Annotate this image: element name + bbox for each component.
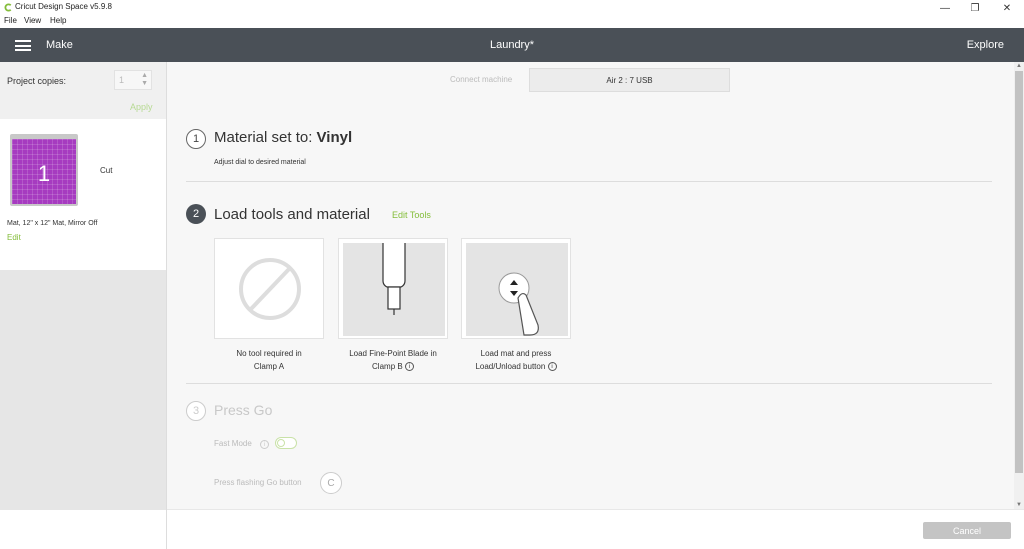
clamp-b-caption-line2: Clamp B <box>372 362 403 371</box>
mat-preview: 1 <box>12 139 76 204</box>
sidebar-empty-area <box>0 270 166 510</box>
fast-mode-toggle[interactable] <box>275 437 297 449</box>
step-3-number: 3 <box>186 401 206 421</box>
clamp-b-caption-line1: Load Fine-Point Blade in <box>349 349 437 358</box>
toggle-knob <box>277 439 285 447</box>
mat-description: Mat, 12" x 12" Mat, Mirror Off <box>7 220 98 227</box>
make-steps-panel: Connect machine Air 2 : 7 USB 1 Material… <box>167 62 1014 509</box>
connect-machine-label: Connect machine <box>450 75 513 84</box>
project-copies-label: Project copies: <box>7 76 67 86</box>
divider <box>186 181 992 182</box>
step-3-title: Press Go <box>214 402 273 418</box>
fine-point-blade-icon <box>343 243 445 336</box>
load-mat-caption-line1: Load mat and press <box>480 349 552 358</box>
clamp-b-caption: Load Fine-Point Blade in Clamp B i <box>328 347 458 373</box>
clamp-a-caption-line1: No tool required in <box>236 349 302 358</box>
step-2-number: 2 <box>186 204 206 224</box>
minimize-button[interactable]: — <box>930 0 960 16</box>
load-mat-caption: Load mat and press Load/Unload button i <box>451 347 581 373</box>
scroll-up-icon[interactable]: ▲ <box>1016 63 1022 69</box>
tool-card-load-mat <box>461 238 571 339</box>
no-tool-icon <box>219 243 321 336</box>
step-1-title: Material set to: Vinyl <box>214 129 352 146</box>
project-copies-input[interactable]: 1 ▲ ▼ <box>114 70 152 90</box>
scroll-thumb[interactable] <box>1015 71 1023 473</box>
edit-tools-link[interactable]: Edit Tools <box>392 210 431 220</box>
step-1-number: 1 <box>186 129 206 149</box>
mat-action-label: Cut <box>100 166 113 175</box>
divider <box>186 383 992 384</box>
main-scrollbar[interactable]: ▲ ▼ <box>1014 62 1024 509</box>
app-header: Make Laundry* Explore <box>0 28 1024 62</box>
window-title: Cricut Design Space v5.9.8 <box>15 2 112 11</box>
menu-help[interactable]: Help <box>50 16 66 25</box>
machine-select-value: Air 2 : 7 USB <box>606 75 653 85</box>
mat-edit-link[interactable]: Edit <box>7 233 21 242</box>
material-name: Vinyl <box>316 129 353 146</box>
mat-sidebar: Project copies: 1 ▲ ▼ Apply 1 Cut Mat, 12… <box>0 62 167 549</box>
menu-file[interactable]: File <box>4 16 17 25</box>
window-titlebar: Cricut Design Space v5.9.8 — ❐ ✕ <box>0 0 1024 16</box>
load-mat-caption-line2: Load/Unload button <box>475 362 546 371</box>
step-1-title-prefix: Material set to: <box>214 129 317 146</box>
cancel-button[interactable]: Cancel <box>923 522 1011 539</box>
project-copies-section: Project copies: 1 ▲ ▼ Apply <box>0 62 166 119</box>
footer-bar: Cancel <box>167 509 1024 549</box>
tool-card-clamp-a <box>214 238 324 339</box>
explore-link[interactable]: Explore <box>967 39 1004 51</box>
cricut-logo-icon <box>4 3 12 12</box>
info-icon[interactable]: i <box>404 362 414 372</box>
mat-thumbnail[interactable]: 1 <box>10 134 78 206</box>
step-2-title: Load tools and material <box>214 206 370 223</box>
tool-card-clamp-b <box>338 238 448 339</box>
clamp-a-caption-line2: Clamp A <box>253 362 285 371</box>
menu-view[interactable]: View <box>24 16 41 25</box>
clamp-a-caption: No tool required in Clamp A <box>204 347 334 373</box>
mat-number: 1 <box>37 161 51 186</box>
menu-bar: File View Help <box>0 16 1024 28</box>
apply-button[interactable]: Apply <box>130 102 153 112</box>
go-button-icon: C <box>320 472 342 494</box>
machine-select[interactable]: Air 2 : 7 USB <box>529 68 730 92</box>
load-unload-button-icon <box>466 243 568 336</box>
press-go-label: Press flashing Go button <box>214 478 302 487</box>
project-title: Laundry* <box>489 39 535 51</box>
scroll-down-icon[interactable]: ▼ <box>1016 502 1022 508</box>
info-icon[interactable]: i <box>260 440 269 449</box>
fast-mode-label: Fast Mode <box>214 439 252 448</box>
info-icon[interactable]: i <box>547 362 557 372</box>
copies-stepper-icon[interactable]: ▲ ▼ <box>141 72 148 88</box>
maximize-button[interactable]: ❐ <box>960 0 990 16</box>
close-button[interactable]: ✕ <box>992 0 1022 16</box>
step-1-subtitle: Adjust dial to desired material <box>214 159 306 166</box>
project-copies-value: 1 <box>119 75 125 85</box>
